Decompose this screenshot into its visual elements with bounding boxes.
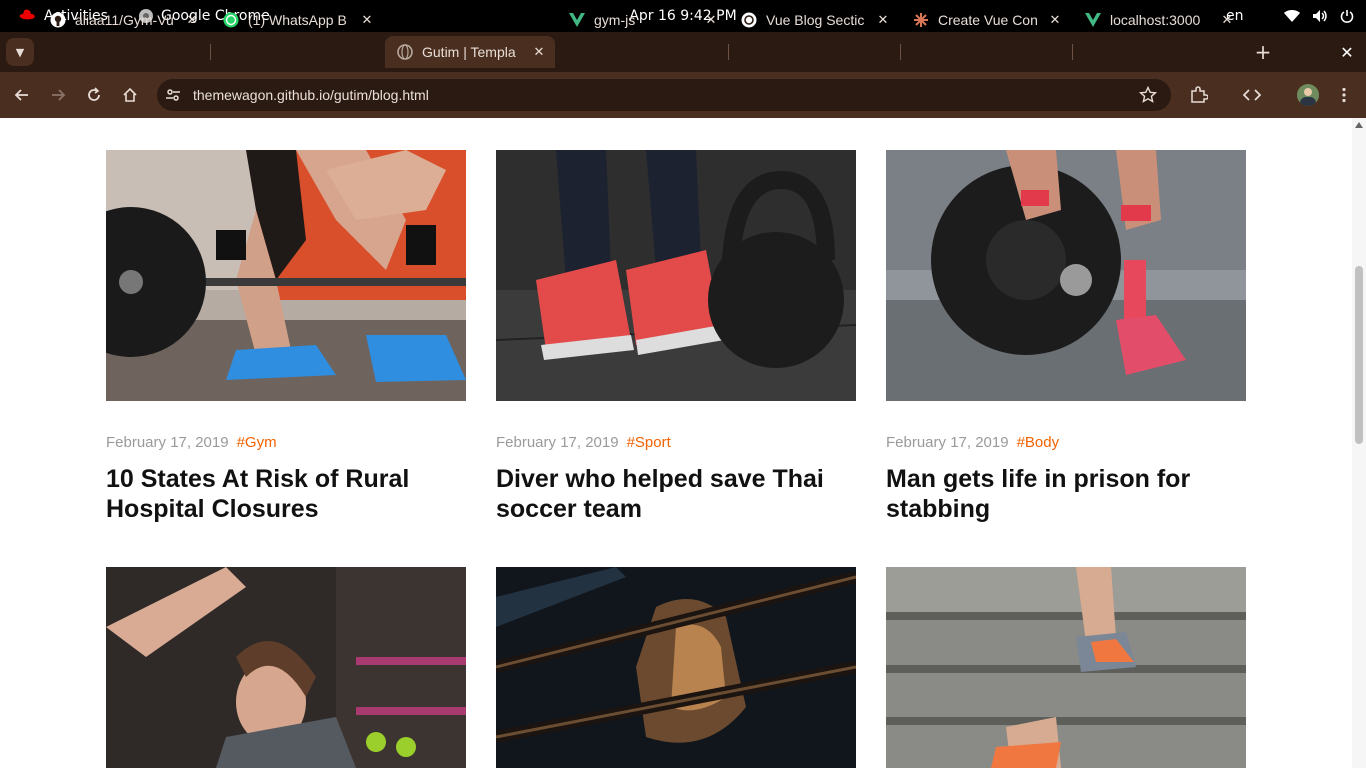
tab-title: Create Vue Con (938, 12, 1038, 28)
post-tag[interactable]: #Body (1017, 434, 1060, 451)
close-tab-icon[interactable]: ✕ (1217, 12, 1237, 28)
extensions-button[interactable] (1186, 82, 1212, 108)
post-image-sport[interactable] (496, 150, 856, 401)
wifi-icon (1284, 10, 1300, 22)
blog-card[interactable] (886, 150, 1246, 401)
blog-card[interactable] (496, 567, 856, 768)
post-meta: February 17, 2019 #Sport (496, 434, 671, 451)
home-button[interactable] (117, 82, 143, 108)
plus-icon: + (1254, 40, 1272, 64)
reload-icon (88, 87, 100, 101)
tab-whatsapp[interactable]: (1) WhatsApp B ✕ (211, 4, 383, 36)
tab-create-vue[interactable]: Create Vue Con ✕ (901, 4, 1071, 36)
arrow-right-icon (52, 89, 66, 101)
code-icon (1243, 89, 1261, 101)
tab-title: gym-js (594, 12, 636, 28)
close-tab-icon[interactable]: ✕ (182, 12, 202, 28)
back-button[interactable] (9, 82, 35, 108)
post-image-body[interactable] (886, 150, 1246, 401)
close-tab-icon[interactable]: ✕ (873, 12, 893, 28)
power-icon (1340, 10, 1354, 23)
address-bar[interactable]: themewagon.github.io/gutim/blog.html (157, 79, 1171, 111)
forward-button[interactable] (45, 82, 71, 108)
close-window-button[interactable]: ✕ (1336, 40, 1358, 64)
github-icon (50, 12, 66, 28)
tab-gutim-active[interactable]: Gutim | Templa ✕ (385, 36, 555, 68)
tab-search-button[interactable]: ▼ (6, 38, 34, 66)
arrow-left-icon (14, 89, 28, 101)
claude-icon (913, 12, 929, 28)
tab-title: (1) WhatsApp B (248, 12, 347, 28)
post-title[interactable]: 10 States At Risk of Rural Hospital Clos… (106, 464, 466, 524)
post-image-gym[interactable] (106, 150, 466, 401)
post-meta: February 17, 2019 #Gym (106, 434, 277, 451)
blog-card[interactable] (106, 567, 466, 768)
tab-gym-js[interactable]: gym-js ✕ (557, 4, 727, 36)
close-tab-icon[interactable]: ✕ (357, 12, 377, 28)
close-tab-icon[interactable]: ✕ (701, 12, 721, 28)
tab-vue-blog[interactable]: Vue Blog Sectic ✕ (729, 4, 899, 36)
page-scrollbar[interactable] (1352, 118, 1366, 768)
vue-icon (1085, 12, 1101, 28)
chrome-menu-button[interactable] (1331, 82, 1357, 108)
post-date: February 17, 2019 (886, 434, 1009, 451)
post-tag[interactable]: #Sport (627, 434, 671, 451)
tab-strip: ▼ (0, 32, 1366, 72)
tab-title: Gutim | Templa (422, 44, 516, 60)
tab-localhost[interactable]: localhost:3000 ✕ (1073, 4, 1243, 36)
blog-card[interactable] (106, 150, 466, 401)
blog-card[interactable] (886, 567, 1246, 768)
reload-button[interactable] (81, 82, 107, 108)
openai-icon (741, 12, 757, 28)
profile-avatar[interactable] (1297, 84, 1319, 106)
tab-title: Vue Blog Sectic (766, 12, 865, 28)
devtools-button[interactable] (1239, 82, 1265, 108)
post-image-stretch[interactable] (106, 567, 466, 768)
close-tab-icon[interactable]: ✕ (529, 44, 549, 60)
site-info-icon[interactable] (165, 87, 181, 107)
post-tag[interactable]: #Gym (237, 434, 277, 451)
puzzle-icon (1191, 86, 1208, 103)
post-title[interactable]: Man gets life in prison for stabbing (886, 464, 1246, 524)
home-icon (123, 87, 137, 102)
scroll-up-arrow-icon[interactable] (1355, 122, 1363, 128)
tab-title: aliaa11/Gym-Vu (75, 12, 174, 28)
whatsapp-icon (223, 12, 239, 28)
post-date: February 17, 2019 (106, 434, 229, 451)
chevron-down-icon: ▼ (15, 45, 25, 59)
post-image-boxing[interactable] (496, 567, 856, 768)
close-icon: ✕ (1340, 42, 1354, 62)
page-content: February 17, 2019 #Gym 10 States At Risk … (0, 118, 1352, 768)
url-text: themewagon.github.io/gutim/blog.html (193, 87, 429, 103)
post-meta: February 17, 2019 #Body (886, 434, 1059, 451)
new-tab-button[interactable]: + (1252, 40, 1274, 64)
more-vert-icon (1342, 87, 1346, 103)
blog-card[interactable] (496, 150, 856, 401)
system-status-area[interactable] (1284, 0, 1354, 32)
globe-icon (397, 44, 413, 60)
post-image-stairs[interactable] (886, 567, 1246, 768)
post-date: February 17, 2019 (496, 434, 619, 451)
scrollbar-thumb[interactable] (1355, 266, 1363, 444)
tab-title: localhost:3000 (1110, 12, 1201, 28)
tab-github[interactable]: aliaa11/Gym-Vu ✕ (38, 4, 208, 36)
volume-icon (1313, 10, 1327, 22)
close-tab-icon[interactable]: ✕ (1045, 12, 1065, 28)
post-title[interactable]: Diver who helped save Thai soccer team (496, 464, 856, 524)
vue-icon (569, 12, 585, 28)
bookmark-star-icon[interactable] (1138, 85, 1158, 108)
